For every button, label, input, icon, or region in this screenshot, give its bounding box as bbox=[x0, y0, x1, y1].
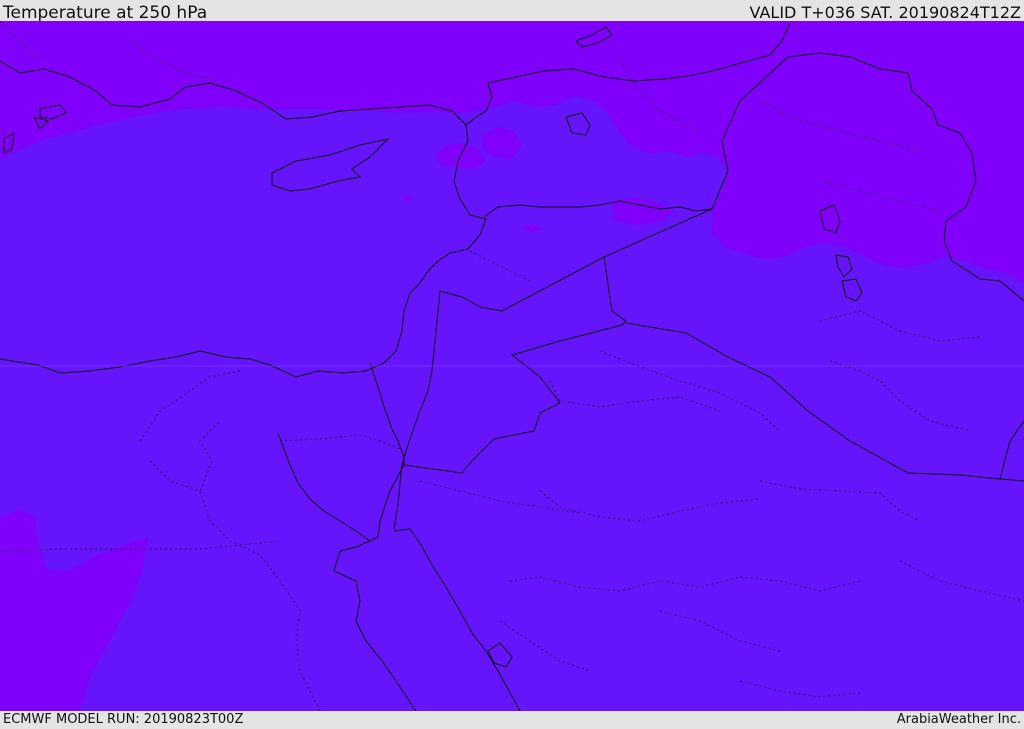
credit-label: ArabiaWeather Inc. bbox=[896, 712, 1021, 727]
model-run-label: ECMWF MODEL RUN: 20190823T00Z bbox=[3, 712, 244, 727]
valid-time: VALID T+036 SAT. 20190824T12Z bbox=[749, 3, 1021, 22]
map-title: Temperature at 250 hPa bbox=[3, 3, 208, 23]
temperature-map[interactable] bbox=[0, 21, 1024, 711]
header-bar: Temperature at 250 hPa VALID T+036 SAT. … bbox=[0, 0, 1024, 23]
footer-bar: ECMWF MODEL RUN: 20190823T00Z ArabiaWeat… bbox=[0, 711, 1024, 729]
